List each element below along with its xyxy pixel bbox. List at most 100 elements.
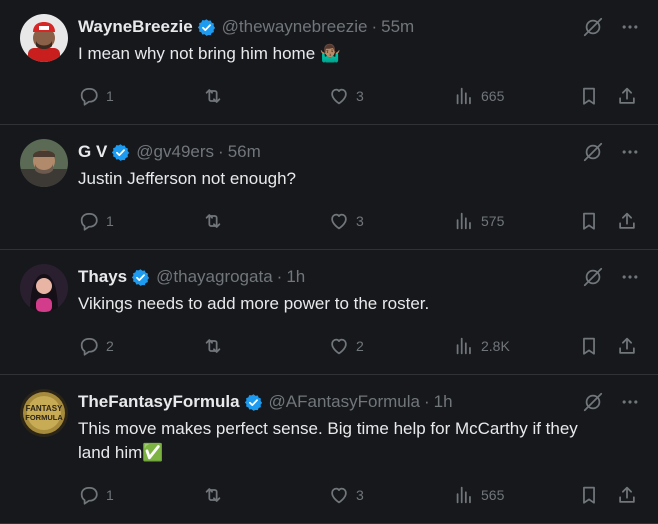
tweet-actions: 2 2 2.8K [78, 330, 642, 362]
view-count: 665 [481, 88, 505, 104]
views-button[interactable]: 575 [453, 210, 504, 232]
repost-icon [202, 85, 224, 107]
reply-count: 1 [106, 213, 114, 229]
reply-button[interactable]: 1 [78, 85, 114, 107]
tweet-text: Justin Jefferson not enough? [78, 169, 297, 188]
share-button[interactable] [616, 210, 638, 232]
display-name[interactable]: Thays [78, 267, 127, 287]
repost-icon [202, 210, 224, 232]
more-options-icon[interactable] [620, 392, 640, 417]
reply-icon [78, 85, 100, 107]
verified-badge-icon [197, 18, 216, 37]
reply-count: 1 [106, 487, 114, 503]
svg-text:FORMULA: FORMULA [25, 413, 63, 422]
more-options-icon[interactable] [620, 17, 640, 42]
tweet-actions: 1 3 565 [78, 479, 642, 511]
like-button[interactable]: 2 [328, 335, 364, 357]
bookmark-icon [578, 85, 600, 107]
display-name[interactable]: WayneBreezie [78, 17, 193, 37]
repost-button[interactable] [202, 85, 224, 107]
views-button[interactable]: 565 [453, 484, 504, 506]
tweet[interactable]: WayneBreezie @thewaynebreezie · 55m I me… [0, 0, 658, 125]
more-options-icon[interactable] [620, 267, 640, 292]
repost-icon [202, 335, 224, 357]
like-button[interactable]: 3 [328, 210, 364, 232]
like-count: 3 [356, 487, 364, 503]
repost-button[interactable] [202, 484, 224, 506]
reply-button[interactable]: 1 [78, 484, 114, 506]
like-button[interactable]: 3 [328, 484, 364, 506]
tweet-actions: 1 3 575 [78, 205, 642, 237]
tweet-actions: 1 3 665 [78, 80, 642, 112]
svg-text:FANTASY: FANTASY [26, 404, 63, 413]
tweet-text: I mean why not bring him home 🤷🏽‍♂️ [78, 44, 342, 63]
share-icon [616, 210, 638, 232]
repost-button[interactable] [202, 210, 224, 232]
bookmark-icon [578, 210, 600, 232]
view-count: 575 [481, 213, 505, 229]
share-button[interactable] [616, 484, 638, 506]
reply-icon [78, 210, 100, 232]
tweet-header: Thays @thayagrogata · 1h [78, 262, 642, 292]
like-button[interactable]: 3 [328, 85, 364, 107]
bookmark-icon [578, 484, 600, 506]
verified-badge-icon [244, 393, 263, 412]
user-handle[interactable]: @thayagrogata [156, 267, 273, 287]
bookmark-button[interactable] [578, 335, 600, 357]
person-dark-hair-avatar[interactable] [20, 264, 68, 312]
person-outdoor-avatar[interactable] [20, 139, 68, 187]
like-count: 3 [356, 88, 364, 104]
separator-dot: · [276, 267, 283, 286]
like-count: 2 [356, 338, 364, 354]
grok-icon[interactable] [582, 391, 604, 418]
bookmark-button[interactable] [578, 210, 600, 232]
timestamp[interactable]: 1h [286, 267, 305, 287]
bookmark-button[interactable] [578, 85, 600, 107]
heart-icon [328, 484, 350, 506]
display-name[interactable]: TheFantasyFormula [78, 392, 240, 412]
display-name[interactable]: G V [78, 142, 107, 162]
grok-icon[interactable] [582, 16, 604, 43]
verified-badge-icon [131, 268, 150, 287]
user-handle[interactable]: @gv49ers [136, 142, 214, 162]
reply-button[interactable]: 2 [78, 335, 114, 357]
share-button[interactable] [616, 85, 638, 107]
grok-icon[interactable] [582, 266, 604, 293]
grok-icon[interactable] [582, 141, 604, 168]
separator-dot: · [423, 392, 430, 411]
user-handle[interactable]: @AFantasyFormula [269, 392, 420, 412]
repost-icon [202, 484, 224, 506]
reply-icon [78, 484, 100, 506]
timestamp[interactable]: 55m [381, 17, 414, 37]
like-count: 3 [356, 213, 364, 229]
views-chart-icon [453, 484, 475, 506]
tweet-header-icons [582, 391, 640, 418]
tweet-header: TheFantasyFormula @AFantasyFormula · 1h [78, 387, 642, 417]
share-button[interactable] [616, 335, 638, 357]
timestamp[interactable]: 56m [228, 142, 261, 162]
reply-feed: WayneBreezie @thewaynebreezie · 55m I me… [0, 0, 658, 524]
views-button[interactable]: 2.8K [453, 335, 510, 357]
timestamp[interactable]: 1h [434, 392, 453, 412]
tweet[interactable]: Thays @thayagrogata · 1h Vikings needs t… [0, 250, 658, 375]
fantasy-formula-logo[interactable]: FANTASY FORMULA [20, 389, 68, 437]
views-chart-icon [453, 210, 475, 232]
tweet-header: G V @gv49ers · 56m [78, 137, 642, 167]
tweet-header-icons [582, 141, 640, 168]
more-options-icon[interactable] [620, 142, 640, 167]
person-red-cap-avatar[interactable] [20, 14, 68, 62]
tweet-text: This move makes perfect sense. Big time … [78, 419, 578, 462]
tweet-text: Vikings needs to add more power to the r… [78, 294, 430, 313]
reply-button[interactable]: 1 [78, 210, 114, 232]
user-handle[interactable]: @thewaynebreezie [222, 17, 368, 37]
bookmark-icon [578, 335, 600, 357]
heart-icon [328, 335, 350, 357]
reply-count: 1 [106, 88, 114, 104]
repost-button[interactable] [202, 335, 224, 357]
tweet[interactable]: G V @gv49ers · 56m Justin Jefferson not … [0, 125, 658, 250]
views-button[interactable]: 665 [453, 85, 504, 107]
views-chart-icon [453, 85, 475, 107]
bookmark-button[interactable] [578, 484, 600, 506]
heart-icon [328, 85, 350, 107]
tweet-header: WayneBreezie @thewaynebreezie · 55m [78, 12, 642, 42]
